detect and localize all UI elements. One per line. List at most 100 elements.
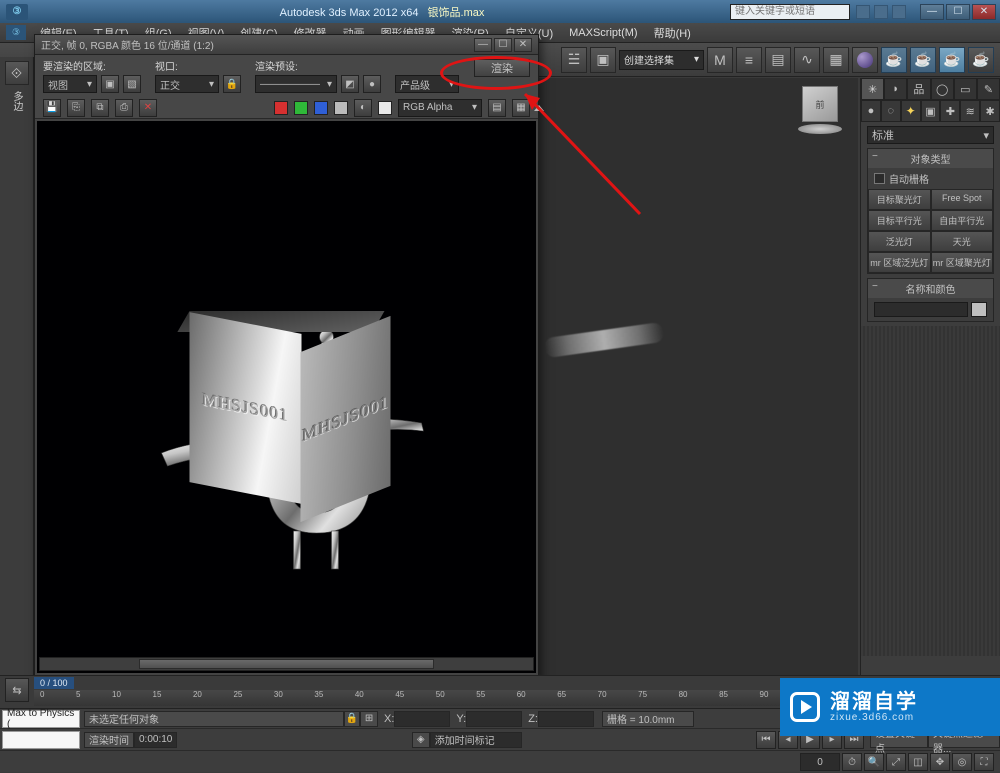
btn-free-direct[interactable]: 自由平行光 xyxy=(931,210,994,231)
align-icon[interactable]: ≡ xyxy=(736,47,762,73)
tab-modify[interactable]: ◗ xyxy=(884,78,907,100)
restore-button[interactable]: ☐ xyxy=(946,4,970,20)
script-listener-2[interactable] xyxy=(2,731,80,749)
btn-omni[interactable]: 泛光灯 xyxy=(868,231,931,252)
area-dropdown[interactable]: 视图▾ xyxy=(43,75,97,93)
schematic-icon[interactable]: ▦ xyxy=(823,47,849,73)
save-image-icon[interactable]: 💾 xyxy=(43,99,61,117)
region-edit-icon[interactable]: ▧ xyxy=(123,75,141,93)
max-viewport-icon[interactable]: ⛶ xyxy=(974,753,994,771)
menu-maxscript[interactable]: MAXScript(M) xyxy=(561,27,645,39)
red-channel-toggle[interactable] xyxy=(274,101,288,115)
x-input[interactable] xyxy=(394,711,450,727)
alpha-channel-toggle[interactable] xyxy=(334,101,348,115)
help-search-input[interactable] xyxy=(730,4,850,20)
menu-help[interactable]: 帮助(H) xyxy=(646,25,699,41)
render-win-max-icon[interactable]: ☐ xyxy=(494,38,512,52)
preset-camera-icon[interactable]: ◩ xyxy=(341,75,359,93)
time-marker[interactable]: 0 / 100 xyxy=(34,677,74,689)
tab-display[interactable]: ▭ xyxy=(954,78,977,100)
help-icon[interactable] xyxy=(892,5,906,19)
sub-systems[interactable]: ✱ xyxy=(980,100,1000,122)
clone-icon[interactable]: ⧉ xyxy=(91,99,109,117)
link-icon[interactable]: ⟐ xyxy=(5,61,29,85)
render-output-view[interactable]: MHSJS001 MHSJS001 xyxy=(37,121,536,673)
material-editor-icon[interactable] xyxy=(852,47,878,73)
btn-free-spot[interactable]: Free Spot xyxy=(931,189,994,210)
render-win-close-icon[interactable]: ✕ xyxy=(514,38,532,52)
render-scene-icon[interactable]: ☕ xyxy=(881,47,907,73)
absolute-mode-icon[interactable]: ⊞ xyxy=(360,711,378,727)
zoom-icon[interactable]: 🔍 xyxy=(864,753,884,771)
mirror-icon[interactable]: M xyxy=(707,47,733,73)
sub-shapes[interactable]: ◌ xyxy=(881,100,901,122)
render-window-titlebar[interactable]: 正交, 帧 0, RGBA 颜色 16 位/通道 (1:2) — ☐ ✕ xyxy=(35,35,538,55)
sub-cameras[interactable]: ▣ xyxy=(921,100,941,122)
print-icon[interactable]: ⎙ xyxy=(115,99,133,117)
zoom-all-icon[interactable]: ⤢ xyxy=(886,753,906,771)
close-button[interactable]: ✕ xyxy=(972,4,996,20)
curve-editor-icon[interactable]: ∿ xyxy=(794,47,820,73)
frame-buffer-b-icon[interactable]: ▦ xyxy=(512,99,530,117)
sub-lights[interactable]: ✦ xyxy=(901,100,921,122)
render-setup-icon[interactable]: ☱ xyxy=(561,47,587,73)
app-menu-icon[interactable]: ③ xyxy=(6,25,26,40)
y-input[interactable] xyxy=(466,711,522,727)
preset-sphere-icon[interactable]: ● xyxy=(363,75,381,93)
autogrid-checkbox[interactable] xyxy=(874,173,885,184)
btn-mr-area-omni[interactable]: mr 区域泛光灯 xyxy=(868,252,931,273)
tab-utilities[interactable]: ✎ xyxy=(977,78,1000,100)
viewcube-face[interactable]: 前 xyxy=(802,86,838,122)
name-color-header[interactable]: 名称和颜色 xyxy=(868,279,993,298)
btn-skylight[interactable]: 天光 xyxy=(931,231,994,252)
time-ruler[interactable]: 0510 152025 303540 455055 606570 758085 … xyxy=(34,690,860,706)
time-config-icon[interactable]: ⏱ xyxy=(842,753,862,771)
render-win-min-icon[interactable]: — xyxy=(474,38,492,52)
region-icon[interactable]: ▣ xyxy=(101,75,119,93)
tab-motion[interactable]: ◯ xyxy=(931,78,954,100)
object-type-header[interactable]: 对象类型 xyxy=(868,149,993,168)
fov-icon[interactable]: ◫ xyxy=(908,753,928,771)
frame-input[interactable]: 0 xyxy=(800,753,840,771)
sub-helpers[interactable]: ✚ xyxy=(940,100,960,122)
btn-target-spot[interactable]: 目标聚光灯 xyxy=(868,189,931,210)
object-name-input[interactable] xyxy=(874,302,968,317)
pan-icon[interactable]: ✥ xyxy=(930,753,950,771)
app-logo-icon[interactable]: ③ xyxy=(6,4,28,20)
mono-toggle-icon[interactable]: ◐ xyxy=(354,99,372,117)
render-button[interactable]: 渲染 xyxy=(474,59,530,77)
preset-dropdown[interactable]: ——————▾ xyxy=(255,75,337,93)
z-input[interactable] xyxy=(538,711,594,727)
add-time-tag[interactable]: 添加时间标记 xyxy=(430,732,522,748)
color-swatch[interactable] xyxy=(971,302,987,317)
swatch-white[interactable] xyxy=(378,101,392,115)
orbit-icon[interactable]: ◎ xyxy=(952,753,972,771)
quick-render-icon[interactable]: ☕ xyxy=(910,47,936,73)
selection-set-dropdown[interactable]: 创建选择集▾ xyxy=(619,50,704,70)
create-category-dropdown[interactable]: 标准▾ xyxy=(867,126,994,144)
script-listener[interactable]: Max to Physics ( xyxy=(2,710,80,728)
channel-dropdown[interactable]: RGB Alpha▾ xyxy=(398,99,482,117)
render-production-icon[interactable]: ☕ xyxy=(968,47,994,73)
render-teapot-icon[interactable]: ☕ xyxy=(939,47,965,73)
left-tab-label[interactable]: 多边 xyxy=(9,91,24,111)
minimize-button[interactable]: — xyxy=(920,4,944,20)
layer-icon[interactable]: ▤ xyxy=(765,47,791,73)
green-channel-toggle[interactable] xyxy=(294,101,308,115)
render-rollup-toggle[interactable] xyxy=(534,105,544,673)
sub-geometry[interactable]: ● xyxy=(861,100,881,122)
tag-icon[interactable]: ◈ xyxy=(412,732,430,748)
toggle-trackbar-icon[interactable]: ⇆ xyxy=(5,678,29,702)
clear-icon[interactable]: ✕ xyxy=(139,99,157,117)
btn-mr-area-spot[interactable]: mr 区域聚光灯 xyxy=(931,252,994,273)
scrollbar-thumb[interactable] xyxy=(139,659,435,669)
blue-channel-toggle[interactable] xyxy=(314,101,328,115)
btn-target-direct[interactable]: 目标平行光 xyxy=(868,210,931,231)
render-hscrollbar[interactable] xyxy=(39,657,534,671)
lock-selection-icon[interactable]: 🔒 xyxy=(344,711,360,727)
info-center-icon[interactable] xyxy=(856,5,870,19)
copy-image-icon[interactable]: ⎘ xyxy=(67,99,85,117)
star-icon[interactable] xyxy=(874,5,888,19)
render-frame-icon[interactable]: ▣ xyxy=(590,47,616,73)
viewcube[interactable]: 前 xyxy=(792,86,848,142)
